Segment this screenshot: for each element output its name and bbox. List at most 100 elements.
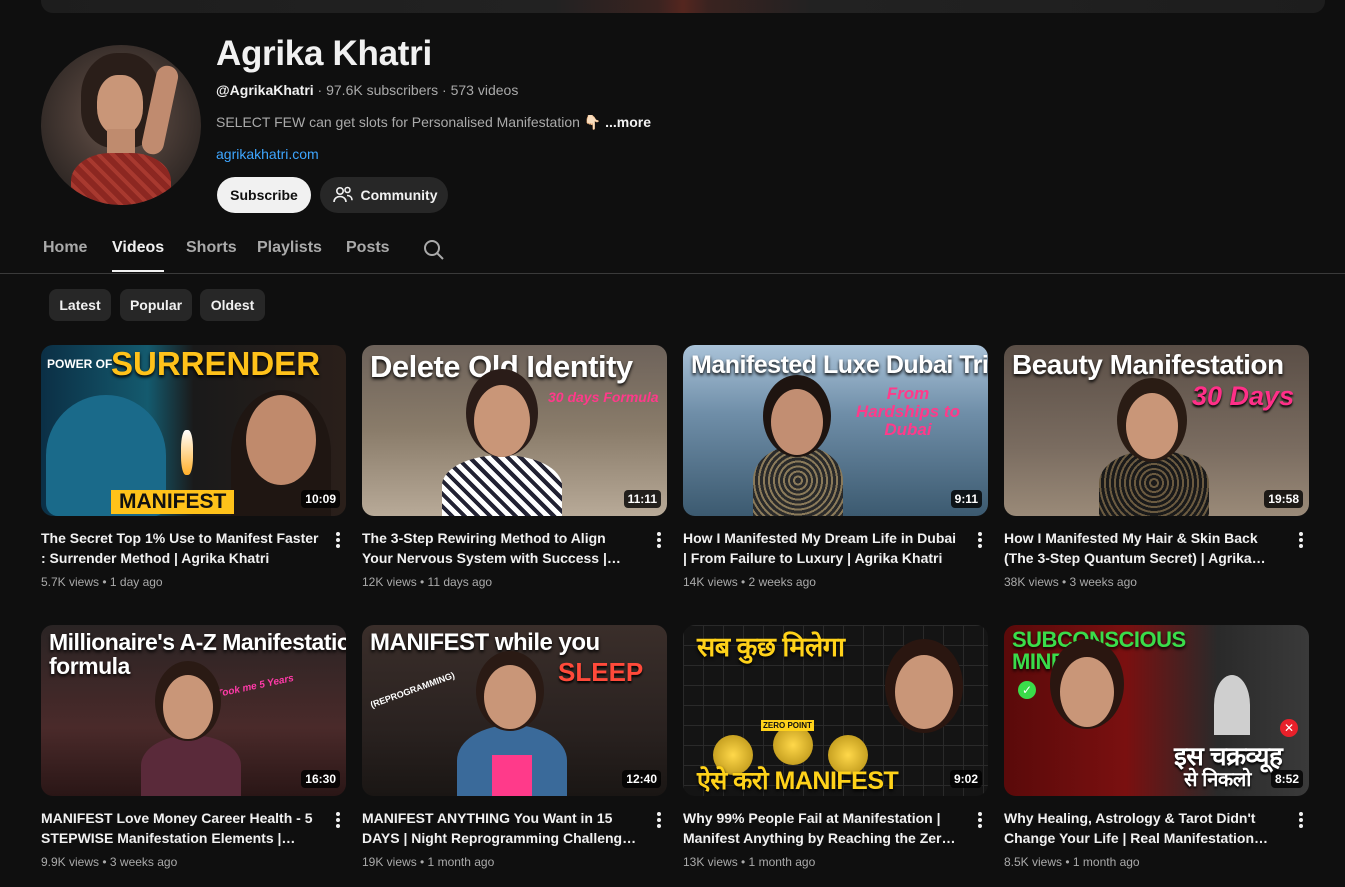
tab-videos[interactable]: Videos bbox=[112, 239, 165, 272]
thumb-pre-text: से निकलो bbox=[1184, 769, 1251, 791]
video-thumbnail[interactable]: MANIFEST while you SLEEP (REPROGRAMMING)… bbox=[362, 625, 667, 796]
video-stats: 14K views • 2 weeks ago bbox=[683, 575, 816, 589]
video-stats: 13K views • 1 month ago bbox=[683, 855, 816, 869]
video-title[interactable]: How I Manifested My Hair & Skin Back (Th… bbox=[1004, 528, 1282, 568]
video-title[interactable]: The 3-Step Rewiring Method to Align Your… bbox=[362, 528, 640, 568]
video-duration: 9:02 bbox=[949, 770, 982, 788]
chip-latest[interactable]: Latest bbox=[49, 289, 111, 321]
channel-meta: @AgrikaKhatri · 97.6K subscribers · 573 … bbox=[216, 82, 518, 98]
thumb-title-text: SURRENDER bbox=[111, 345, 321, 382]
search-icon[interactable] bbox=[422, 238, 446, 262]
video-duration: 16:30 bbox=[301, 770, 340, 788]
video-card[interactable]: Millionaire's A-Z Manifestation formula … bbox=[41, 625, 347, 875]
more-actions-icon[interactable] bbox=[973, 530, 987, 550]
video-thumbnail[interactable]: Manifested Luxe Dubai Trip From Hardship… bbox=[683, 345, 988, 516]
video-duration: 9:11 bbox=[950, 490, 982, 508]
thumb-title-text: Manifested Luxe Dubai Trip bbox=[691, 351, 988, 379]
video-duration: 10:09 bbox=[301, 490, 340, 508]
chip-popular[interactable]: Popular bbox=[120, 289, 192, 321]
video-thumbnail[interactable]: सब कुछ मिलेगा ZERO POINT ऐसे करो MANIFES… bbox=[683, 625, 988, 796]
video-title[interactable]: Why 99% People Fail at Manifestation | M… bbox=[683, 808, 961, 848]
video-card[interactable]: POWER OF SURRENDER MANIFEST 10:09 The Se… bbox=[41, 345, 347, 595]
video-stats: 9.9K views • 3 weeks ago bbox=[41, 855, 178, 869]
community-button[interactable]: Community bbox=[320, 177, 448, 213]
channel-avatar[interactable] bbox=[41, 45, 201, 205]
video-thumbnail[interactable]: POWER OF SURRENDER MANIFEST 10:09 bbox=[41, 345, 346, 516]
thumb-pre-text: ZERO POINT bbox=[761, 720, 814, 731]
thumb-top bbox=[492, 755, 532, 796]
video-thumbnail[interactable]: SUBCONSCIOUS MIND ✓ ✕ इस चक्रव्यूह से नि… bbox=[1004, 625, 1309, 796]
thumb-person bbox=[753, 445, 843, 516]
more-actions-icon[interactable] bbox=[331, 810, 345, 830]
thumb-figure bbox=[1214, 675, 1250, 735]
video-card[interactable]: Delete Old Identity 30 days Formula 11:1… bbox=[362, 345, 668, 595]
thumb-person bbox=[1099, 450, 1209, 516]
channel-tabs: Home Videos Shorts Playlists Posts bbox=[0, 227, 1345, 274]
video-card[interactable]: SUBCONSCIOUS MIND ✓ ✕ इस चक्रव्यूह से नि… bbox=[1004, 625, 1310, 875]
thumb-title-text: Delete Old Identity bbox=[370, 349, 633, 384]
video-title[interactable]: The Secret Top 1% Use to Manifest Faster… bbox=[41, 528, 319, 568]
video-thumbnail[interactable]: Millionaire's A-Z Manifestation formula … bbox=[41, 625, 346, 796]
more-actions-icon[interactable] bbox=[1294, 810, 1308, 830]
more-actions-icon[interactable] bbox=[973, 810, 987, 830]
thumb-face bbox=[484, 665, 536, 729]
channel-handle: @AgrikaKhatri bbox=[216, 82, 314, 98]
thumb-sub-text: MANIFEST bbox=[111, 490, 235, 514]
description-text: SELECT FEW can get slots for Personalise… bbox=[216, 114, 602, 130]
video-stats: 19K views • 1 month ago bbox=[362, 855, 495, 869]
tab-playlists[interactable]: Playlists bbox=[257, 239, 322, 257]
tab-posts[interactable]: Posts bbox=[346, 239, 390, 257]
thumb-pre-text: (REPROGRAMMING) bbox=[368, 670, 457, 710]
video-card[interactable]: Manifested Luxe Dubai Trip From Hardship… bbox=[683, 345, 989, 595]
video-stats: 38K views • 3 weeks ago bbox=[1004, 575, 1137, 589]
video-card[interactable]: सब कुछ मिलेगा ZERO POINT ऐसे करो MANIFES… bbox=[683, 625, 989, 875]
candle-flame bbox=[181, 430, 193, 475]
more-actions-icon[interactable] bbox=[652, 530, 666, 550]
thumb-face bbox=[163, 675, 213, 739]
video-thumbnail[interactable]: Delete Old Identity 30 days Formula 11:1… bbox=[362, 345, 667, 516]
more-actions-icon[interactable] bbox=[652, 810, 666, 830]
tab-home[interactable]: Home bbox=[43, 239, 87, 257]
coin-middle bbox=[773, 725, 813, 765]
subscribe-button[interactable]: Subscribe bbox=[217, 177, 311, 213]
video-duration: 11:11 bbox=[623, 490, 661, 508]
check-icon: ✓ bbox=[1018, 681, 1036, 699]
video-title[interactable]: Why Healing, Astrology & Tarot Didn't Ch… bbox=[1004, 808, 1282, 848]
thumb-title-text: सब कुछ मिलेगा bbox=[697, 632, 845, 662]
community-label: Community bbox=[360, 187, 438, 203]
more-actions-icon[interactable] bbox=[1294, 530, 1308, 550]
chip-oldest[interactable]: Oldest bbox=[200, 289, 265, 321]
tab-shorts[interactable]: Shorts bbox=[186, 239, 237, 257]
thumb-title-text: Millionaire's A-Z Manifestation bbox=[49, 629, 346, 655]
thumb-face bbox=[246, 395, 316, 485]
thumb-title-text: Beauty Manifestation bbox=[1012, 349, 1284, 380]
video-card[interactable]: Beauty Manifestation 30 Days 19:58 How I… bbox=[1004, 345, 1310, 595]
thumb-face bbox=[771, 389, 823, 455]
thumb-person bbox=[442, 455, 562, 516]
video-duration: 12:40 bbox=[622, 770, 661, 788]
channel-banner bbox=[41, 0, 1325, 13]
video-title[interactable]: MANIFEST Love Money Career Health - 5 ST… bbox=[41, 808, 319, 848]
video-card[interactable]: MANIFEST while you SLEEP (REPROGRAMMING)… bbox=[362, 625, 668, 875]
community-icon bbox=[332, 186, 353, 203]
thumb-face bbox=[474, 385, 530, 457]
video-stats: 12K views • 11 days ago bbox=[362, 575, 493, 589]
video-title[interactable]: How I Manifested My Dream Life in Dubai … bbox=[683, 528, 961, 568]
thumb-line2-text: formula bbox=[49, 653, 130, 679]
video-title[interactable]: MANIFEST ANYTHING You Want in 15 DAYS | … bbox=[362, 808, 640, 848]
more-link[interactable]: ...more bbox=[605, 114, 651, 130]
thumb-face bbox=[895, 655, 953, 729]
thumb-sub-text: 30 Days bbox=[1192, 381, 1295, 411]
thumb-person bbox=[141, 735, 241, 796]
channel-description[interactable]: SELECT FEW can get slots for Personalise… bbox=[216, 114, 651, 131]
thumb-sub-text: Took me 5 Years bbox=[215, 672, 295, 701]
thumb-face bbox=[1126, 393, 1178, 459]
channel-link[interactable]: agrikakhatri.com bbox=[216, 146, 319, 162]
cross-icon: ✕ bbox=[1280, 719, 1298, 737]
thumb-sub-text: SLEEP bbox=[558, 657, 644, 687]
thumb-title-text: MANIFEST while you bbox=[370, 629, 600, 656]
more-actions-icon[interactable] bbox=[331, 530, 345, 550]
channel-stats: · 97.6K subscribers · 573 videos bbox=[313, 82, 519, 98]
video-thumbnail[interactable]: Beauty Manifestation 30 Days 19:58 bbox=[1004, 345, 1309, 516]
video-stats: 8.5K views • 1 month ago bbox=[1004, 855, 1140, 869]
